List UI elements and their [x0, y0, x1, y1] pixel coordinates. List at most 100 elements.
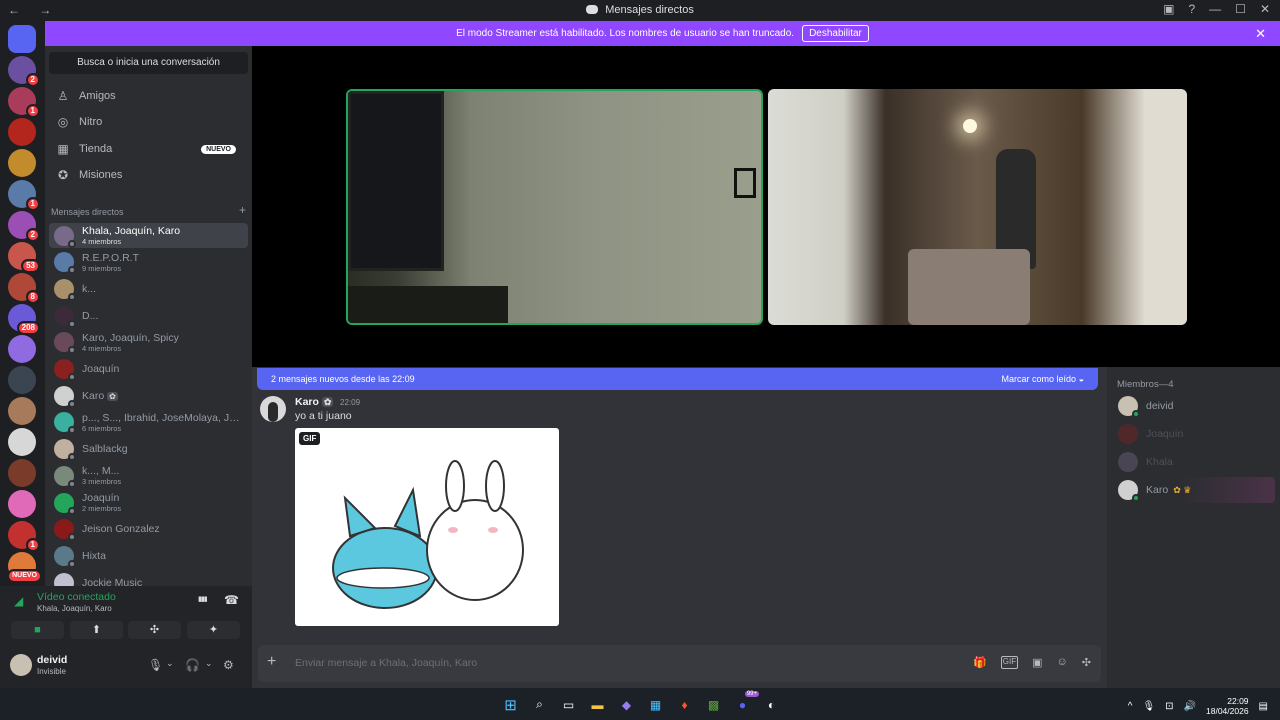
server-icon[interactable]: 1 [8, 87, 40, 118]
dm-item[interactable]: Joaquín 2 miembros [49, 490, 248, 515]
dm-item[interactable]: R.E.P.O.R.T 9 miembros [49, 250, 248, 275]
sidebar-item-shop[interactable]: ▦ Tienda NUEVO [51, 137, 246, 161]
server-icon[interactable]: 1 [8, 521, 40, 552]
message-input[interactable]: Enviar mensaje a Khala, Joaquín, Karo [295, 657, 477, 669]
server-icon[interactable]: 2 [8, 211, 40, 242]
help-icon[interactable]: ? [1188, 2, 1195, 16]
close-button[interactable]: ✕ [1260, 2, 1270, 16]
server-icon[interactable]: 8 [8, 273, 40, 304]
disable-streamer-button[interactable]: Deshabilitar [802, 25, 869, 42]
clock[interactable]: 22:09 18/04/2026 [1206, 696, 1249, 716]
dm-member-count: 4 miembros [82, 343, 122, 353]
status-dot [68, 506, 76, 515]
member-item[interactable]: Karo ✿ ♛ [1115, 477, 1275, 503]
message-composer[interactable]: + Enviar mensaje a Khala, Joaquín, Karo … [258, 645, 1101, 682]
dm-item[interactable]: p..., S..., Ibrahid, JoseMolaya, Jud... 6… [49, 410, 248, 435]
gif-attachment[interactable]: GIF [295, 428, 559, 626]
server-icon[interactable]: 208 [8, 304, 40, 335]
soundboard-button[interactable]: ✦ [187, 621, 240, 639]
maximize-button[interactable]: ☐ [1235, 2, 1246, 16]
mic-tray-icon[interactable]: 🎙 [1142, 701, 1155, 712]
chevron-down-icon[interactable]: ⌄ [166, 658, 174, 669]
notifications-icon[interactable]: ▤ [1259, 701, 1268, 712]
dm-item[interactable]: Hixta [49, 543, 248, 568]
settings-gear-icon[interactable]: ⚙ [223, 658, 234, 672]
copilot-icon[interactable]: ◆ [616, 694, 637, 715]
video-tile-left[interactable] [346, 89, 763, 325]
server-icon[interactable]: NUEVO [7, 552, 42, 583]
task-view-icon[interactable]: ▭ [558, 694, 579, 715]
server-icon[interactable] [8, 366, 36, 394]
camera-button[interactable]: ■ [11, 621, 64, 639]
disconnect-icon[interactable]: ☎ [224, 593, 239, 607]
headphones-icon[interactable]: 🎧 [185, 658, 200, 672]
add-attachment-icon[interactable]: + [267, 653, 276, 671]
dm-item[interactable]: Karo ✿ [49, 383, 248, 408]
sidebar-item-quests[interactable]: ✪ Misiones [51, 163, 246, 187]
new-messages-text: 2 mensajes nuevos desde las 22:09 [271, 374, 415, 384]
server-icon[interactable] [8, 490, 36, 518]
server-icon[interactable] [8, 149, 36, 177]
dm-text: Karo ✿ [82, 390, 118, 402]
file-explorer-icon[interactable]: ▬ [587, 694, 608, 715]
dm-item[interactable]: Jeison Gonzalez [49, 517, 248, 542]
minecraft-icon[interactable]: ▩ [703, 694, 724, 715]
dm-item[interactable]: Joaquín [49, 357, 248, 382]
minimize-button[interactable]: — [1209, 2, 1221, 16]
server-icon[interactable] [8, 118, 36, 146]
dm-item[interactable]: Salblackg [49, 437, 248, 462]
add-dm-icon[interactable]: + [239, 203, 246, 217]
dm-item[interactable]: Khala, Joaquín, Karo 4 miembros [49, 223, 248, 248]
mark-read-button[interactable]: Marcar como leído ◒ [1002, 374, 1084, 384]
server-icon[interactable] [8, 335, 36, 363]
volume-icon[interactable]: 🔊 [1184, 701, 1196, 712]
activities-button[interactable]: ✣ [128, 621, 181, 639]
search-icon[interactable]: ⌕ [529, 694, 550, 715]
gif-picker-icon[interactable]: GIF [1000, 656, 1019, 669]
sidebar-item-nitro[interactable]: ◎ Nitro [51, 110, 246, 134]
voice-channel[interactable]: Khala, Joaquín, Karo [37, 604, 112, 613]
screen-share-button[interactable]: ⬆ [70, 621, 123, 639]
avatar[interactable] [10, 654, 32, 676]
discord-taskbar-icon[interactable]: ● 99+ [732, 691, 759, 715]
voice-status[interactable]: Vídeo conectado [37, 591, 116, 603]
member-item[interactable]: Joaquín [1115, 421, 1275, 447]
dm-item[interactable]: Karo, Joaquín, Spicy 4 miembros [49, 330, 248, 355]
noise-suppression-icon[interactable]: ▮▮▮ [198, 595, 208, 603]
tray-overflow-icon[interactable]: ^ [1128, 701, 1133, 712]
server-icon[interactable] [8, 459, 36, 487]
brave-icon[interactable]: ♦ [674, 694, 695, 715]
start-button[interactable]: ⊞ [500, 694, 521, 715]
store-icon[interactable]: ▦ [645, 694, 666, 715]
dm-name-text: D... [82, 309, 99, 322]
sidebar-item-friends[interactable]: ♙ Amigos [51, 84, 246, 108]
gif-image [332, 460, 524, 609]
network-icon[interactable]: ⊡ [1165, 701, 1173, 712]
search-input[interactable]: Busca o inicia una conversación [49, 52, 248, 74]
server-icon[interactable] [8, 397, 36, 425]
gift-icon[interactable]: 🎁 [973, 656, 987, 669]
dm-item[interactable]: k... [49, 276, 248, 301]
username[interactable]: deivid [37, 654, 67, 666]
new-messages-bar[interactable]: 2 mensajes nuevos desde las 22:09 Marcar… [257, 368, 1098, 390]
message-author[interactable]: Karo ✿ [295, 396, 334, 408]
dm-item[interactable]: D... [49, 303, 248, 328]
home-discord-icon[interactable] [8, 25, 36, 53]
banner-close-icon[interactable]: ✕ [1255, 26, 1266, 42]
steam-icon[interactable]: ◐ [761, 694, 782, 715]
server-icon[interactable]: 1 [8, 180, 40, 211]
member-item[interactable]: Khala [1115, 449, 1275, 475]
sticker-icon[interactable]: ▣ [1032, 656, 1042, 669]
member-item[interactable]: deivid [1115, 393, 1275, 419]
server-icon[interactable]: 53 [8, 242, 40, 273]
message-avatar[interactable] [260, 396, 286, 422]
server-icon[interactable]: 2 [8, 56, 40, 87]
microphone-icon[interactable]: 🎙 [148, 658, 163, 672]
chevron-down-icon[interactable]: ⌄ [205, 658, 213, 669]
emoji-icon[interactable]: ☺ [1057, 656, 1068, 669]
inbox-icon[interactable]: ▣ [1163, 2, 1174, 16]
dm-item[interactable]: k..., M... 3 miembros [49, 463, 248, 488]
video-tile-right[interactable] [768, 89, 1187, 325]
apps-icon[interactable]: ✣ [1082, 656, 1091, 669]
server-icon[interactable] [8, 428, 36, 456]
